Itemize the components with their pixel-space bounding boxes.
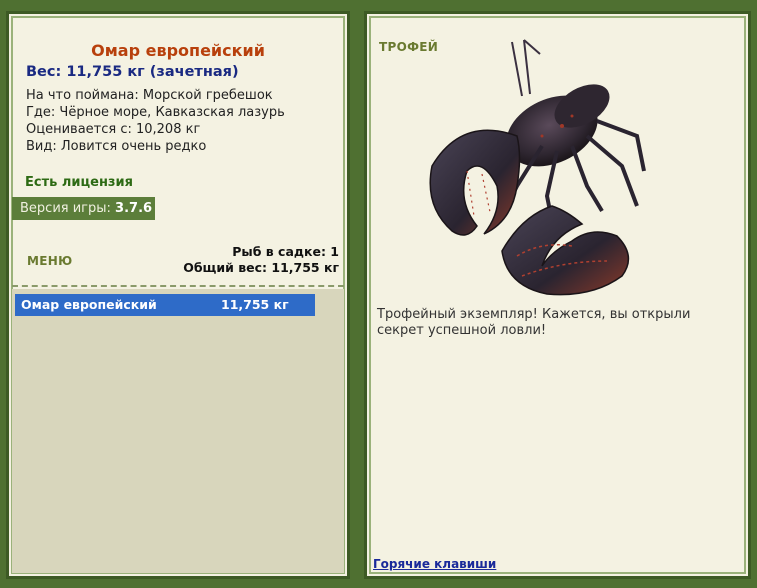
location-info: Где: Чёрное море, Кавказская лазурь <box>26 105 285 120</box>
version-label: Версия игры: <box>20 201 111 216</box>
lobster-image <box>429 39 646 296</box>
list-item-weight: 11,755 кг <box>221 297 289 312</box>
game-version-bar: Версия игры: 3.7.6 <box>12 197 155 220</box>
fish-name-title: Омар европейский <box>91 41 265 60</box>
fish-weight: Вес: 11,755 кг (зачетная) <box>26 64 239 80</box>
hotkeys-link[interactable]: Горячие клавиши <box>373 557 496 571</box>
list-item-name: Омар европейский <box>21 297 157 312</box>
license-status: Есть лицензия <box>25 175 133 190</box>
bait-info: На что поймана: Морской гребешок <box>26 88 273 103</box>
trophy-description: Трофейный экземпляр! Кажется, вы открыли… <box>377 307 691 338</box>
rarity-info: Вид: Ловится очень редко <box>26 139 207 154</box>
trophy-panel: ТРОФЕЙ Трофейный экземпляр! Кажется, вы … <box>364 11 751 579</box>
total-weight: Общий вес: 11,755 кг <box>183 260 339 275</box>
divider <box>12 285 344 287</box>
keepnet-stats: Рыб в садке: 1 Общий вес: 11,755 кг <box>183 244 339 276</box>
trophy-threshold-info: Оценивается с: 10,208 кг <box>26 122 201 137</box>
game-frame: Омар европейский Вес: 11,755 кг (зачетна… <box>0 0 757 588</box>
menu-button[interactable]: МЕНЮ <box>27 254 72 268</box>
catch-info-panel: Омар европейский Вес: 11,755 кг (зачетна… <box>6 11 350 579</box>
list-item[interactable]: Омар европейский 11,755 кг <box>15 294 315 316</box>
fish-count: Рыб в садке: 1 <box>232 244 339 259</box>
catch-list: Омар европейский 11,755 кг <box>12 289 344 573</box>
version-value: 3.7.6 <box>115 201 153 216</box>
